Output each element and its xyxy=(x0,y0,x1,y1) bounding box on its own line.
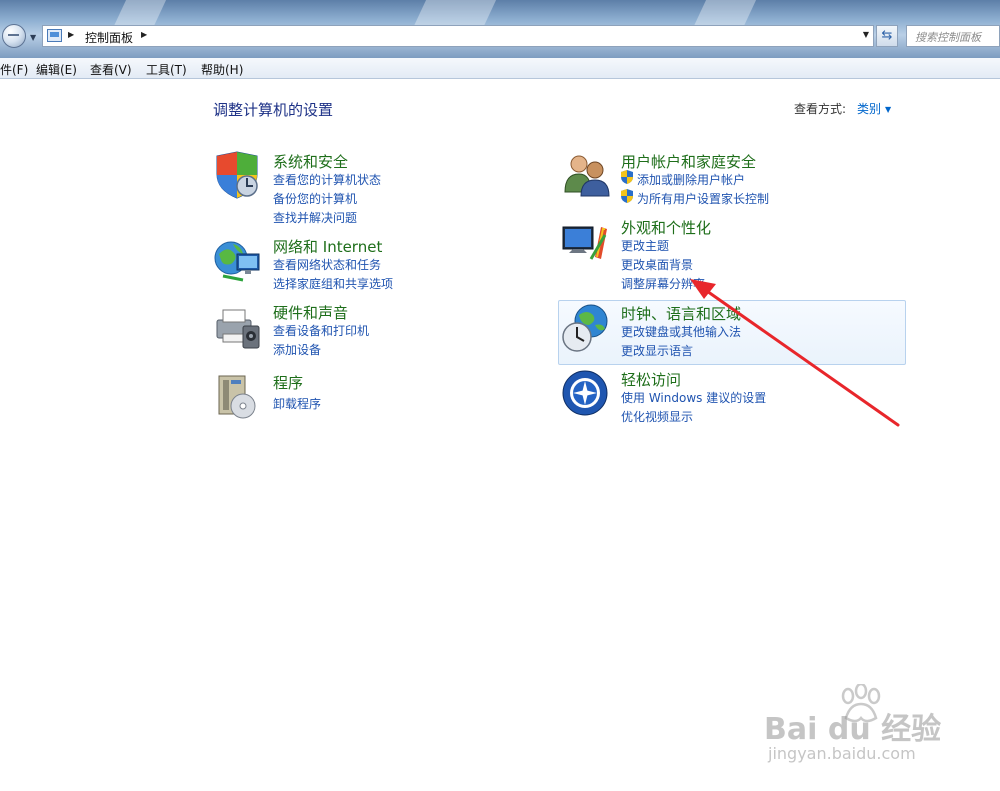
baidu-watermark: Bai du 经验 jingyan.baidu.com xyxy=(764,684,984,774)
annotation-arrow xyxy=(690,279,900,427)
watermark-brand: Bai du 经验 xyxy=(764,712,942,747)
watermark-url: jingyan.baidu.com xyxy=(768,744,916,763)
